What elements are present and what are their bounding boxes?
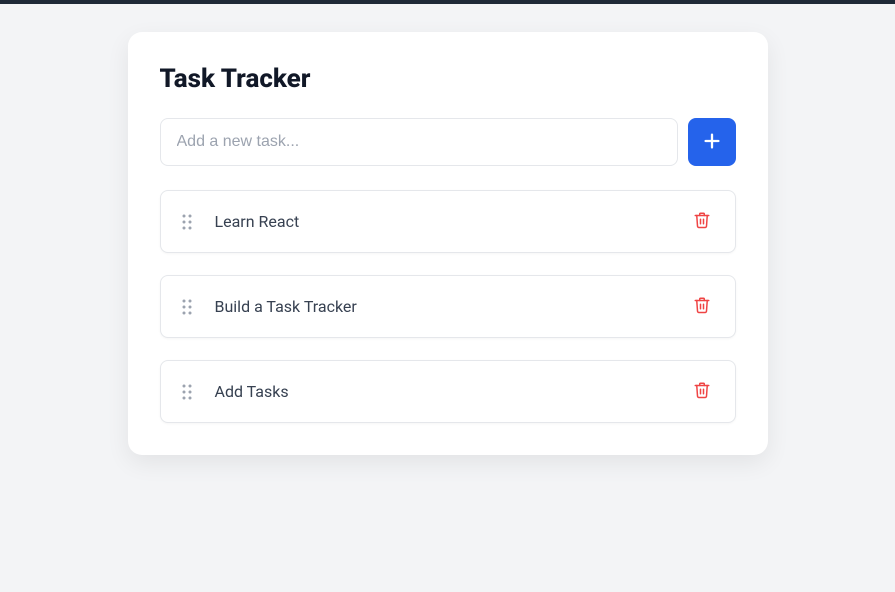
trash-icon bbox=[693, 211, 711, 232]
new-task-input[interactable] bbox=[160, 118, 678, 166]
add-task-row bbox=[160, 118, 736, 166]
trash-icon bbox=[693, 381, 711, 402]
drag-handle-icon[interactable] bbox=[181, 213, 193, 231]
task-tracker-card: Task Tracker bbox=[128, 32, 768, 455]
task-row: Build a Task Tracker bbox=[160, 275, 736, 338]
task-row: Add Tasks bbox=[160, 360, 736, 423]
page-title: Task Tracker bbox=[160, 64, 736, 94]
delete-task-button[interactable] bbox=[689, 207, 715, 236]
task-row: Learn React bbox=[160, 190, 736, 253]
task-label: Learn React bbox=[215, 212, 689, 231]
task-list: Learn React bbox=[160, 190, 736, 423]
page-container: Task Tracker bbox=[0, 4, 895, 455]
drag-handle-icon[interactable] bbox=[181, 298, 193, 316]
trash-icon bbox=[693, 296, 711, 317]
drag-handle-icon[interactable] bbox=[181, 383, 193, 401]
delete-task-button[interactable] bbox=[689, 377, 715, 406]
task-label: Add Tasks bbox=[215, 382, 689, 401]
plus-icon bbox=[701, 130, 723, 155]
delete-task-button[interactable] bbox=[689, 292, 715, 321]
task-label: Build a Task Tracker bbox=[215, 297, 689, 316]
add-task-button[interactable] bbox=[688, 118, 736, 166]
